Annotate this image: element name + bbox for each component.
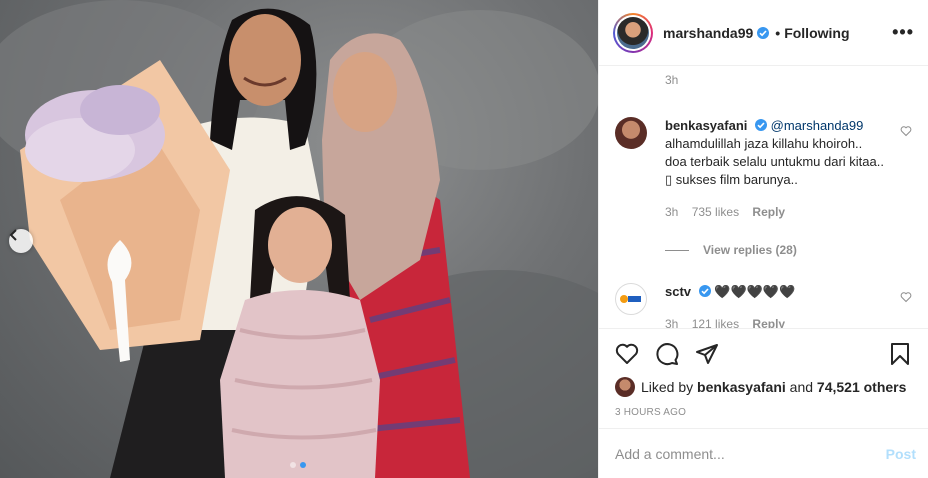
commenter-avatar[interactable] (615, 283, 647, 315)
comment-item: sctv 🖤🖤🖤🖤🖤 3h 121 likes Reply (615, 283, 912, 329)
follow-separator: • (775, 24, 781, 41)
verified-badge-icon (698, 285, 711, 297)
comment-text: alhamdulillah jaza killahu khoiroh.. doa… (665, 136, 884, 187)
liker-avatar[interactable] (615, 377, 635, 397)
commenter-username[interactable]: benkasyafani (665, 118, 747, 133)
comment-item: benkasyafani @marshanda99 alhamdulillah … (615, 117, 912, 221)
caption-timestamp: 3h (665, 73, 679, 87)
following-button[interactable]: Following (784, 25, 849, 41)
post-actions: Liked by benkasyafani and 74,521 others … (599, 328, 928, 418)
post-comment-button[interactable]: Post (886, 446, 916, 462)
add-comment-bar: Post (599, 428, 928, 478)
commenter-username[interactable]: sctv (665, 284, 691, 299)
comment-mention[interactable]: @marshanda99 (771, 118, 864, 133)
carousel-dot-active (300, 462, 306, 468)
verified-badge-icon (757, 26, 770, 39)
comment-time: 3h (665, 205, 679, 219)
likes-summary: Liked by benkasyafani and 74,521 others (615, 377, 912, 397)
liked-by-and: and (789, 379, 814, 395)
bookmark-icon[interactable] (888, 342, 912, 366)
view-replies-label: View replies (28) (703, 243, 797, 257)
author-avatar[interactable] (613, 12, 653, 53)
commenter-avatar[interactable] (615, 117, 647, 149)
verified-badge-icon (755, 119, 767, 131)
prev-image-button[interactable] (9, 229, 33, 253)
post-image[interactable] (0, 0, 598, 478)
comment-icon[interactable] (655, 342, 679, 366)
others-count[interactable]: 74,521 others (817, 379, 907, 395)
action-bar (615, 329, 912, 379)
comment-meta: 3h 735 likes Reply (665, 203, 885, 221)
post-side-panel: marshanda99 • Following ••• 3h benkasyaf… (598, 0, 928, 478)
reply-button[interactable]: Reply (752, 205, 785, 219)
comment-like-heart-icon[interactable] (900, 291, 912, 303)
post-modal: marshanda99 • Following ••• 3h benkasyaf… (0, 0, 928, 478)
liked-by-user[interactable]: benkasyafani (697, 379, 786, 395)
comments-list[interactable]: 3h benkasyafani @marshanda99 alhamdulill… (599, 67, 928, 329)
comment-text: 🖤🖤🖤🖤🖤 (714, 284, 796, 299)
heart-icon[interactable] (615, 342, 639, 366)
comment-like-heart-icon[interactable] (900, 125, 912, 137)
photo-illustration (0, 0, 598, 478)
post-header: marshanda99 • Following ••• (599, 0, 928, 66)
comment-meta: 3h 121 likes Reply (665, 315, 885, 329)
comment-likes[interactable]: 735 likes (692, 205, 739, 219)
carousel-indicator (290, 462, 306, 468)
author-avatar-image (617, 16, 649, 49)
chevron-left-icon (9, 229, 17, 241)
sctv-logo-icon (620, 295, 641, 303)
more-options-button[interactable]: ••• (892, 22, 914, 43)
liked-by-label: Liked by (641, 379, 694, 395)
replies-divider (665, 249, 689, 251)
comment-input[interactable] (615, 445, 886, 462)
post-date[interactable]: 3 HOURS AGO (615, 407, 912, 418)
carousel-dot (290, 462, 296, 468)
share-icon[interactable] (695, 342, 719, 366)
author-username[interactable]: marshanda99 (663, 25, 753, 41)
view-replies-button[interactable]: View replies (28) (665, 243, 912, 257)
